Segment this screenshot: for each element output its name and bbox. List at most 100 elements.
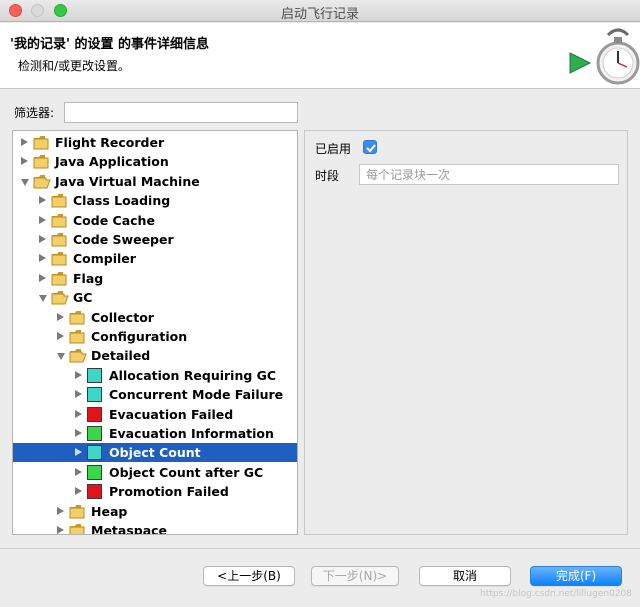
enabled-checkbox[interactable]: [363, 140, 377, 154]
footer-divider: [0, 548, 640, 549]
folder-icon: [69, 349, 87, 363]
collapse-arrow-icon[interactable]: [39, 295, 47, 303]
expand-arrow-icon[interactable]: [75, 487, 82, 496]
tree-item-label: Flight Recorder: [55, 135, 165, 150]
folder-icon: [51, 233, 67, 247]
tree-row[interactable]: Flag: [13, 269, 297, 288]
expand-arrow-icon[interactable]: [57, 526, 64, 534]
event-settings-panel: 已启用 时段: [304, 130, 628, 535]
folder-icon: [51, 291, 69, 305]
expand-arrow-icon[interactable]: [75, 429, 82, 437]
event-color-icon: [87, 484, 102, 500]
tree-item-label: Flag: [73, 270, 104, 286]
stopwatch-icon: [569, 28, 640, 85]
tree-row[interactable]: Concurrent Mode Failure: [13, 385, 297, 404]
event-color-icon: [87, 406, 102, 422]
expand-arrow-icon[interactable]: [39, 235, 46, 243]
tree-item-label: Object Count after GC: [109, 464, 264, 480]
tree-item-label: Evacuation Failed: [109, 406, 234, 422]
tree-row[interactable]: Detailed: [13, 346, 297, 365]
tree-row[interactable]: GC: [13, 288, 297, 307]
tree-item-label: Evacuation Information: [109, 426, 274, 441]
expand-arrow-icon[interactable]: [75, 448, 82, 457]
event-tree[interactable]: Flight Recorder Java Application Java Virt…: [12, 130, 298, 535]
watermark: https://blog.csdn.net/liliugen0208: [480, 589, 632, 599]
expand-arrow-icon[interactable]: [75, 390, 82, 399]
finish-button[interactable]: 完成(F): [530, 566, 622, 586]
back-button[interactable]: <上一步(B): [203, 566, 295, 586]
folder-icon: [69, 524, 85, 534]
expand-arrow-icon[interactable]: [57, 332, 64, 340]
tree-item-label: Code Sweeper: [73, 232, 174, 247]
tree-row[interactable]: Object Count: [13, 443, 297, 463]
tree-item-label: Java Application: [55, 154, 169, 170]
expand-arrow-icon[interactable]: [39, 273, 46, 282]
tree-item-label: Collector: [91, 309, 154, 325]
tree-item-label: Class Loading: [73, 193, 171, 209]
event-color-icon: [87, 445, 102, 461]
expand-arrow-icon[interactable]: [57, 312, 64, 321]
folder-icon: [33, 155, 49, 169]
tree-item-label: Configuration: [91, 329, 188, 344]
collapse-arrow-icon[interactable]: [21, 178, 29, 186]
next-button[interactable]: 下一步(N)>: [311, 566, 399, 586]
period-label: 时段: [315, 169, 340, 183]
expand-arrow-icon[interactable]: [75, 409, 82, 418]
filter-input[interactable]: [64, 102, 298, 123]
folder-icon: [69, 330, 85, 344]
tree-row[interactable]: Code Cache: [13, 211, 297, 230]
period-input[interactable]: [359, 164, 619, 185]
page-title: '我的记录' 的设置 的事件详细信息: [10, 37, 210, 52]
expand-arrow-icon[interactable]: [39, 215, 46, 224]
expand-arrow-icon[interactable]: [39, 196, 46, 205]
folder-icon: [33, 136, 49, 150]
tree-row[interactable]: Java Application: [13, 152, 297, 171]
folder-icon: [69, 504, 85, 519]
folder-icon: [51, 213, 67, 228]
tree-item-label: Code Cache: [73, 212, 155, 228]
tree-item-label: Concurrent Mode Failure: [109, 387, 284, 403]
tree-item-label: Object Count: [109, 445, 201, 461]
tree-row[interactable]: Heap: [13, 502, 297, 521]
tree-row[interactable]: Metaspace: [13, 521, 297, 535]
expand-arrow-icon[interactable]: [57, 506, 64, 515]
event-color-icon: [87, 367, 102, 383]
event-color-icon: [87, 464, 102, 480]
tree-row[interactable]: Allocation Requiring GC: [13, 366, 297, 385]
enabled-label: 已启用: [315, 142, 352, 156]
expand-arrow-icon[interactable]: [39, 254, 46, 263]
tree-item-label: Heap: [91, 503, 128, 519]
page-subtitle: 检测和/或更改设置。: [18, 59, 131, 73]
tree-item-label: Allocation Requiring GC: [109, 367, 277, 383]
window-title: 启动飞行记录: [280, 7, 359, 22]
tree-row[interactable]: Java Virtual Machine: [13, 172, 297, 191]
wizard-header: '我的记录' 的设置 的事件详细信息 检测和/或更改设置。: [0, 23, 640, 89]
cancel-button[interactable]: 取消: [419, 566, 511, 586]
tree-row[interactable]: Class Loading: [13, 191, 297, 210]
tree-row[interactable]: Flight Recorder: [13, 133, 297, 152]
tree-item-label: Compiler: [73, 251, 136, 267]
tree-row[interactable]: Evacuation Failed: [13, 405, 297, 424]
tree-row[interactable]: Promotion Failed: [13, 482, 297, 501]
tree-row[interactable]: Collector: [13, 308, 297, 327]
tree-item-label: Promotion Failed: [109, 484, 229, 500]
tree-item-label: Java Virtual Machine: [55, 173, 200, 189]
tree-row[interactable]: Evacuation Information: [13, 424, 297, 443]
tree-row[interactable]: Configuration: [13, 327, 297, 346]
collapse-arrow-icon[interactable]: [57, 353, 65, 361]
tree-row[interactable]: Compiler: [13, 249, 297, 268]
folder-icon: [51, 252, 67, 266]
tree-item-label: Metaspace: [91, 523, 168, 535]
folder-icon: [51, 271, 67, 286]
expand-arrow-icon[interactable]: [75, 467, 82, 476]
expand-arrow-icon[interactable]: [21, 157, 28, 166]
expand-arrow-icon[interactable]: [21, 138, 28, 146]
tree-row[interactable]: Code Sweeper: [13, 230, 297, 249]
title-bar: 启动飞行记录: [0, 0, 640, 22]
folder-icon: [69, 310, 85, 325]
tree-row[interactable]: Object Count after GC: [13, 463, 297, 482]
folder-icon: [33, 174, 51, 189]
tree-item-label: GC: [73, 290, 93, 306]
expand-arrow-icon[interactable]: [75, 370, 82, 379]
event-color-icon: [87, 387, 102, 403]
